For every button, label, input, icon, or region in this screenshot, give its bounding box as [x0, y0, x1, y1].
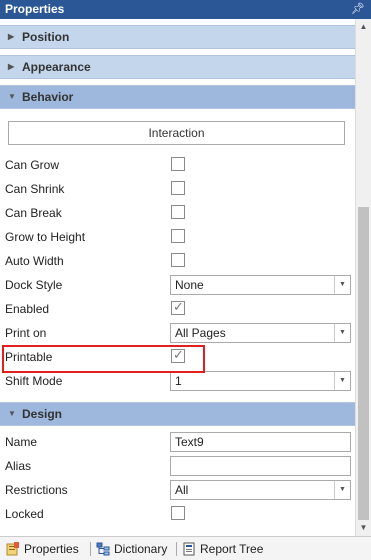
property-row-alias: Alias [0, 454, 355, 478]
tab-dictionary[interactable]: Dictionary [94, 540, 167, 558]
auto-width-checkbox[interactable] [171, 253, 185, 267]
property-row-grow-to-height: Grow to Height [0, 225, 355, 249]
checkmark-icon: ✓ [173, 299, 184, 314]
property-row-enabled: Enabled ✓ [0, 297, 355, 321]
property-label: Name [5, 435, 38, 449]
property-label: Print on [5, 326, 47, 340]
section-behavior-label: Behavior [22, 90, 74, 104]
name-field[interactable]: Text9 [170, 432, 351, 452]
property-label: Auto Width [5, 254, 64, 268]
properties-icon [6, 542, 19, 556]
section-appearance-label: Appearance [22, 60, 91, 74]
property-label: Shift Mode [5, 374, 63, 388]
select-value: All Pages [175, 326, 226, 340]
property-row-restrictions: Restrictions All ▼ [0, 478, 355, 502]
expanded-arrow-icon: ▼ [8, 92, 16, 101]
section-position[interactable]: ▶ Position [0, 25, 355, 49]
property-label: Restrictions [5, 483, 68, 497]
vertical-scrollbar[interactable]: ▲ ▼ [355, 19, 371, 536]
can-shrink-checkbox[interactable] [171, 181, 185, 195]
properties-grid: ▶ Position ▶ Appearance ▼ Behavior Inter… [0, 19, 355, 536]
tab-divider [176, 542, 177, 556]
tab-label: Properties [24, 542, 79, 556]
can-grow-checkbox[interactable] [171, 157, 185, 171]
dropdown-arrow-icon[interactable]: ▼ [334, 324, 350, 342]
bottom-tab-bar: Properties Dictionary Report Tree [0, 536, 371, 560]
tab-report-tree[interactable]: Report Tree [180, 540, 263, 558]
printable-highlight-box [2, 345, 205, 373]
dropdown-arrow-icon[interactable]: ▼ [334, 481, 350, 499]
dropdown-arrow-icon[interactable]: ▼ [334, 276, 350, 294]
dictionary-icon [96, 542, 110, 556]
scroll-down-icon[interactable]: ▼ [356, 521, 371, 535]
property-row-name: Name Text9 [0, 430, 355, 454]
tab-label: Report Tree [200, 542, 264, 556]
alias-field[interactable] [170, 456, 351, 476]
property-label: Enabled [5, 302, 50, 316]
pin-icon[interactable]: 📌︎ [351, 0, 365, 19]
select-value: None [175, 278, 204, 292]
expanded-arrow-icon: ▼ [8, 409, 16, 418]
print-on-select[interactable]: All Pages ▼ [170, 323, 351, 343]
panel-title-text: Properties [5, 2, 65, 16]
section-position-label: Position [22, 30, 70, 44]
report-tree-icon [183, 542, 195, 556]
property-label: Locked [5, 507, 44, 521]
property-label: Dock Style [5, 278, 63, 292]
collapsed-arrow-icon: ▶ [8, 32, 15, 41]
section-behavior[interactable]: ▼ Behavior [0, 85, 355, 109]
section-design-label: Design [22, 407, 63, 421]
property-label: Can Grow [5, 158, 60, 172]
dock-style-select[interactable]: None ▼ [170, 275, 351, 295]
grow-to-height-checkbox[interactable] [171, 229, 185, 243]
tab-divider [90, 542, 91, 556]
section-appearance[interactable]: ▶ Appearance [0, 55, 355, 79]
property-label: Can Shrink [5, 182, 65, 196]
locked-checkbox[interactable] [171, 506, 185, 520]
panel-title: Properties 📌︎ [0, 0, 371, 19]
property-row-locked: Locked [0, 502, 355, 526]
tab-properties[interactable]: Properties [4, 540, 79, 558]
section-design[interactable]: ▼ Design [0, 402, 355, 426]
select-value: 1 [175, 374, 182, 388]
select-value: All [175, 483, 189, 497]
scroll-up-icon[interactable]: ▲ [356, 20, 371, 34]
property-row-print-on: Print on All Pages ▼ [0, 321, 355, 345]
collapsed-arrow-icon: ▶ [8, 62, 15, 71]
interaction-button[interactable]: Interaction [8, 121, 345, 145]
dropdown-arrow-icon[interactable]: ▼ [334, 372, 350, 390]
property-row-can-grow: Can Grow [0, 153, 355, 177]
property-label: Can Break [5, 206, 62, 220]
property-row-dock-style: Dock Style None ▼ [0, 273, 355, 297]
enabled-checkbox[interactable]: ✓ [171, 299, 185, 315]
property-row-can-break: Can Break [0, 201, 355, 225]
property-label: Grow to Height [5, 230, 86, 244]
property-label: Alias [5, 459, 32, 473]
shift-mode-select[interactable]: 1 ▼ [170, 371, 351, 391]
restrictions-select[interactable]: All ▼ [170, 480, 351, 500]
property-row-can-shrink: Can Shrink [0, 177, 355, 201]
can-break-checkbox[interactable] [171, 205, 185, 219]
tab-label: Dictionary [114, 542, 168, 556]
property-row-auto-width: Auto Width [0, 249, 355, 273]
scrollbar-thumb[interactable] [358, 207, 369, 520]
